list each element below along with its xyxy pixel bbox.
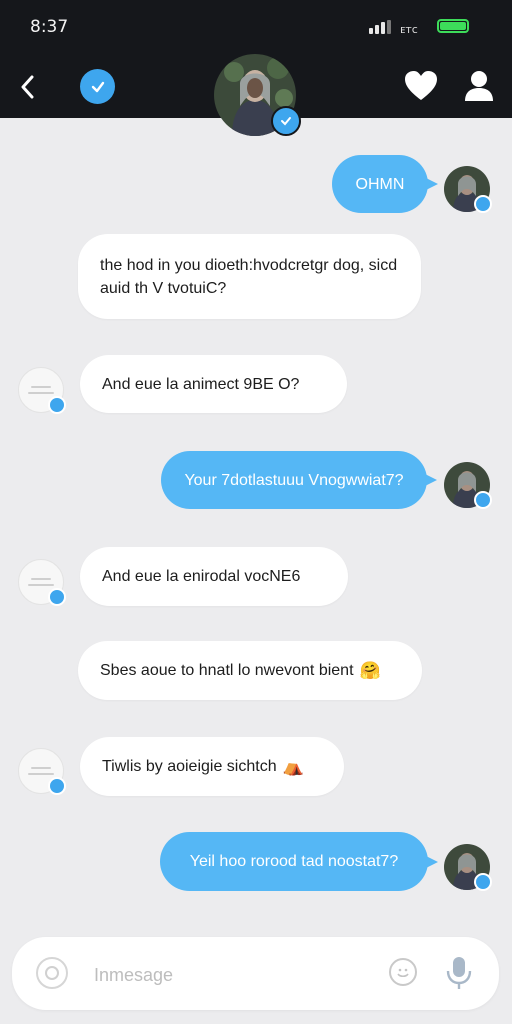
verified-icon bbox=[48, 777, 66, 795]
outgoing-message[interactable]: OHMN bbox=[332, 155, 438, 213]
message-text: Sbes aoue to hnatl lo nwevont bient bbox=[100, 662, 354, 679]
message-text: And eue la enirodal vocNE6 bbox=[102, 568, 301, 585]
message-text: Yeil hoo rorood tad noostat7? bbox=[189, 853, 399, 870]
message-composer bbox=[12, 937, 499, 1010]
verified-icon bbox=[474, 491, 492, 509]
message-text: Your 7dotlastuuu Vnogwwiat7? bbox=[184, 471, 404, 489]
incoming-message[interactable]: And eue la animect 9BE O? bbox=[80, 355, 347, 413]
message-text: OHMN bbox=[355, 175, 405, 193]
verified-icon bbox=[474, 195, 492, 213]
outgoing-message[interactable]: Your 7dotlastuuu Vnogwwiat7? bbox=[161, 451, 437, 509]
carrier-label: ᴇᴛᴄ bbox=[400, 23, 418, 36]
incoming-message[interactable]: Sbes aoue to hnatl lo nwevont bient 🤗 bbox=[78, 641, 422, 700]
status-time: 8:37 bbox=[30, 17, 69, 37]
verified-icon bbox=[48, 588, 66, 606]
heart-icon[interactable] bbox=[403, 69, 439, 103]
incoming-message[interactable]: the hod in you dioeth:hvodcretgr dog, si… bbox=[78, 234, 421, 319]
attach-icon[interactable] bbox=[36, 957, 68, 989]
incoming-message[interactable]: Tiwlis by aoieigie sichtch ⛺ bbox=[80, 737, 344, 796]
chevron-left-icon[interactable] bbox=[12, 70, 42, 104]
signal-icon bbox=[369, 20, 391, 34]
message-text: the hod in you dioeth:hvodcretgr dog, si… bbox=[100, 256, 398, 297]
battery-icon bbox=[437, 19, 469, 33]
verified-badge-icon[interactable] bbox=[80, 69, 115, 104]
profile-icon[interactable] bbox=[461, 68, 497, 104]
verified-icon bbox=[474, 873, 492, 891]
message-input[interactable] bbox=[92, 955, 376, 995]
emoji-icon[interactable] bbox=[389, 958, 417, 986]
message-text: And eue la animect 9BE O? bbox=[102, 375, 300, 393]
hug-emoji: 🤗 bbox=[359, 661, 381, 680]
outgoing-message[interactable]: Yeil hoo rorood tad noostat7? bbox=[160, 832, 438, 891]
verified-icon bbox=[271, 106, 301, 136]
tent-emoji: ⛺ bbox=[282, 757, 304, 776]
verified-icon bbox=[48, 396, 66, 414]
message-text: Tiwlis by aoieigie sichtch bbox=[102, 758, 277, 775]
top-bar: 8:37 ᴇᴛᴄ bbox=[0, 0, 512, 136]
incoming-message[interactable]: And eue la enirodal vocNE6 bbox=[80, 547, 348, 606]
microphone-icon[interactable] bbox=[444, 955, 474, 991]
